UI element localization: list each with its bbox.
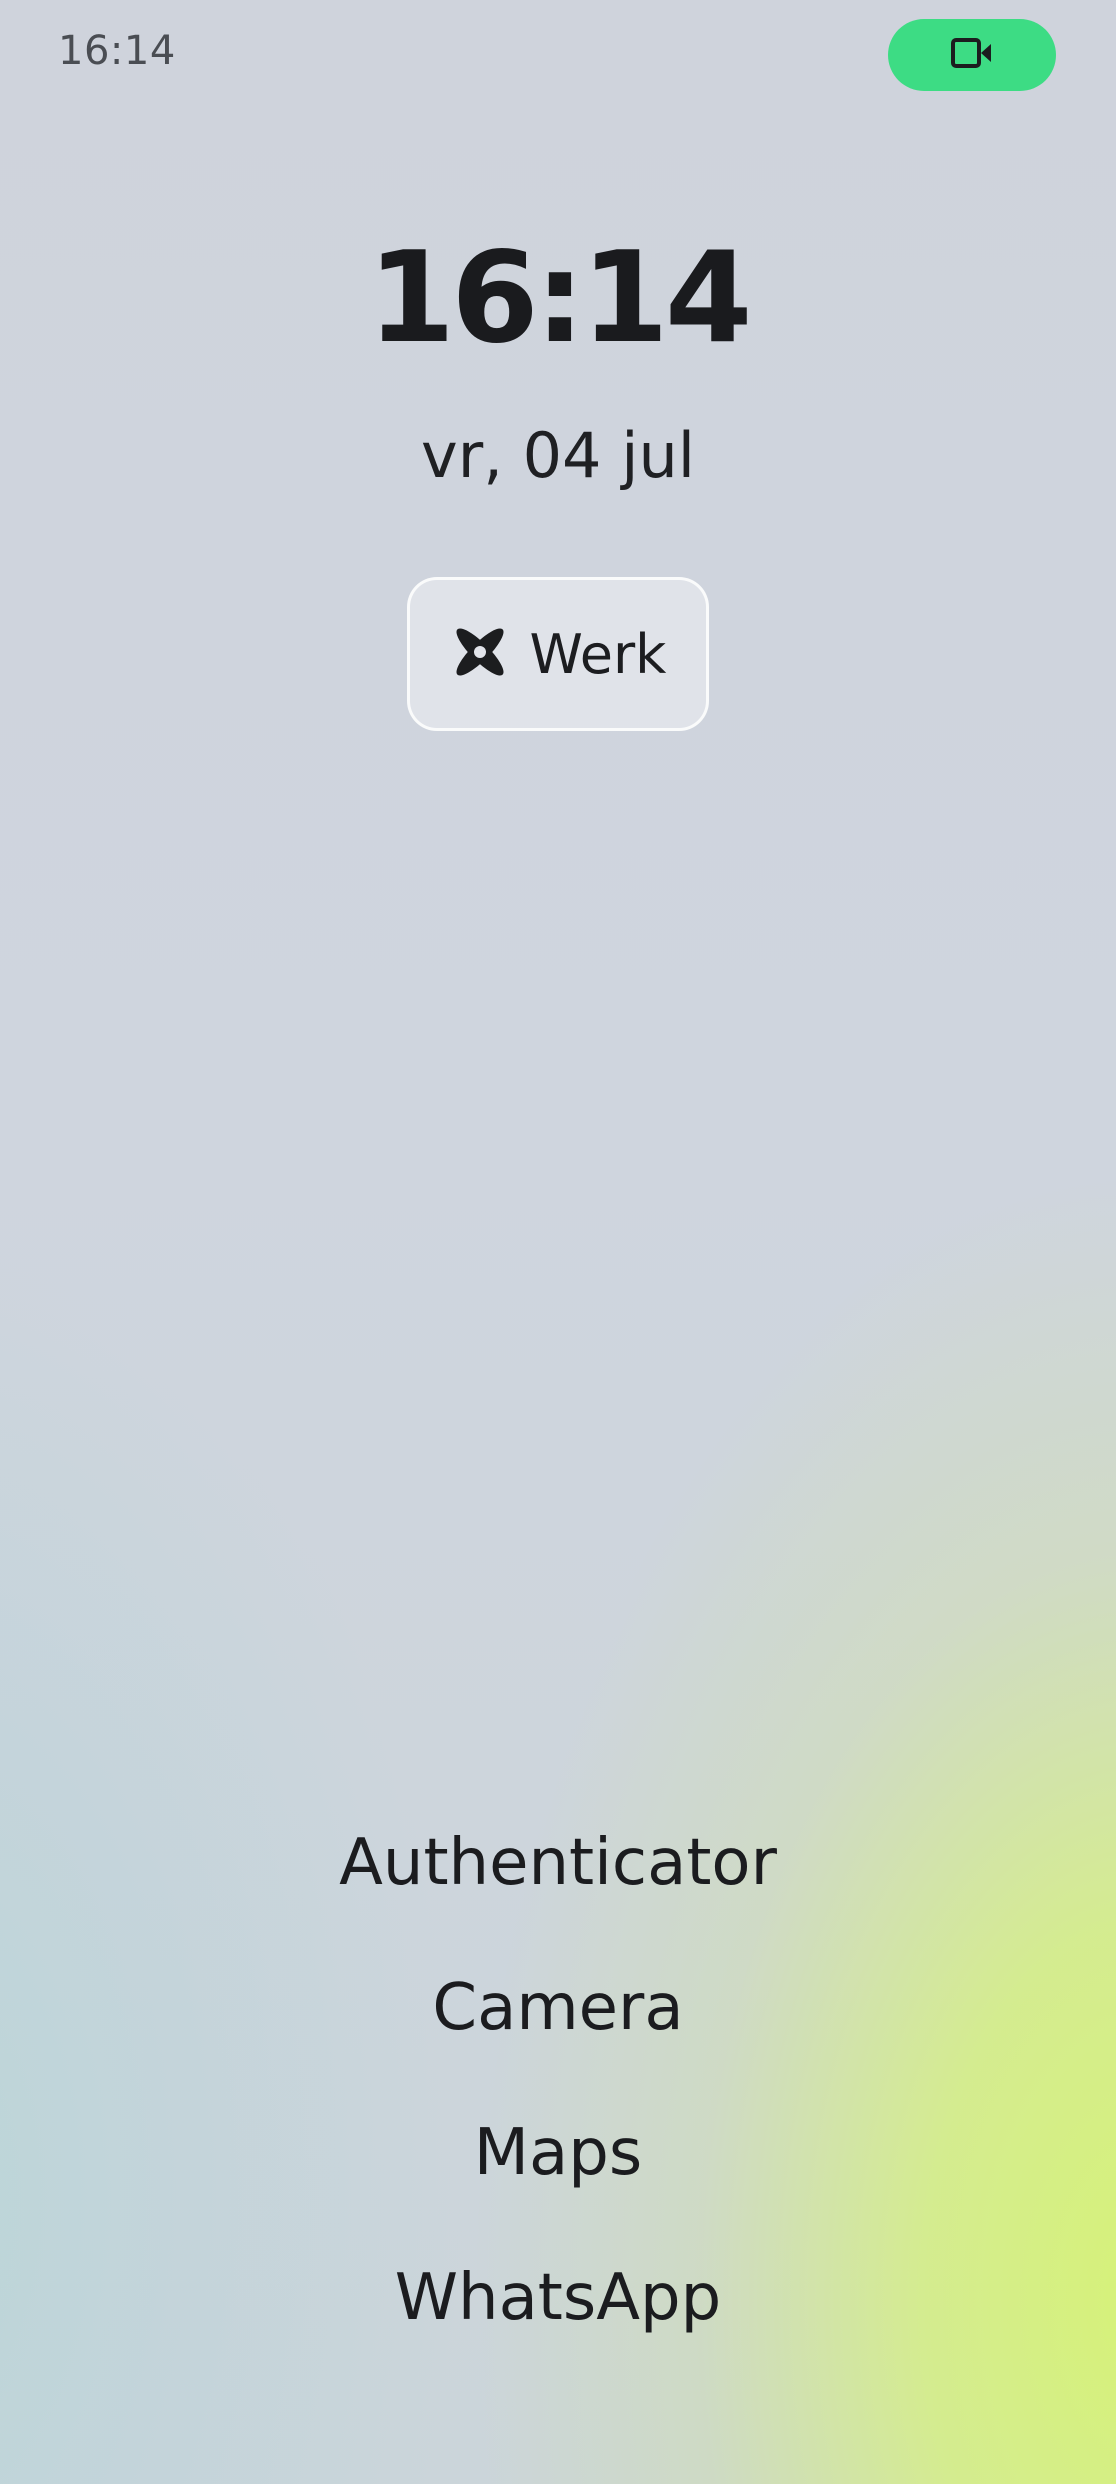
app-maps[interactable]: Maps (0, 2080, 1116, 2225)
video-camera-icon (950, 36, 994, 74)
x-blossom-icon (450, 622, 510, 686)
lockscreen-date: vr, 04 jul (421, 419, 695, 492)
work-profile-label: Werk (529, 622, 667, 686)
app-camera[interactable]: Camera (0, 1935, 1116, 2080)
favorite-apps-list: Authenticator Camera Maps WhatsApp (0, 1790, 1116, 2370)
app-authenticator[interactable]: Authenticator (0, 1790, 1116, 1935)
work-profile-button[interactable]: Werk (407, 577, 709, 731)
screen-record-indicator[interactable] (888, 19, 1056, 91)
lockscreen-clock: 16:14 (367, 224, 752, 371)
app-whatsapp[interactable]: WhatsApp (0, 2225, 1116, 2370)
status-bar-time: 16:14 (58, 28, 176, 74)
